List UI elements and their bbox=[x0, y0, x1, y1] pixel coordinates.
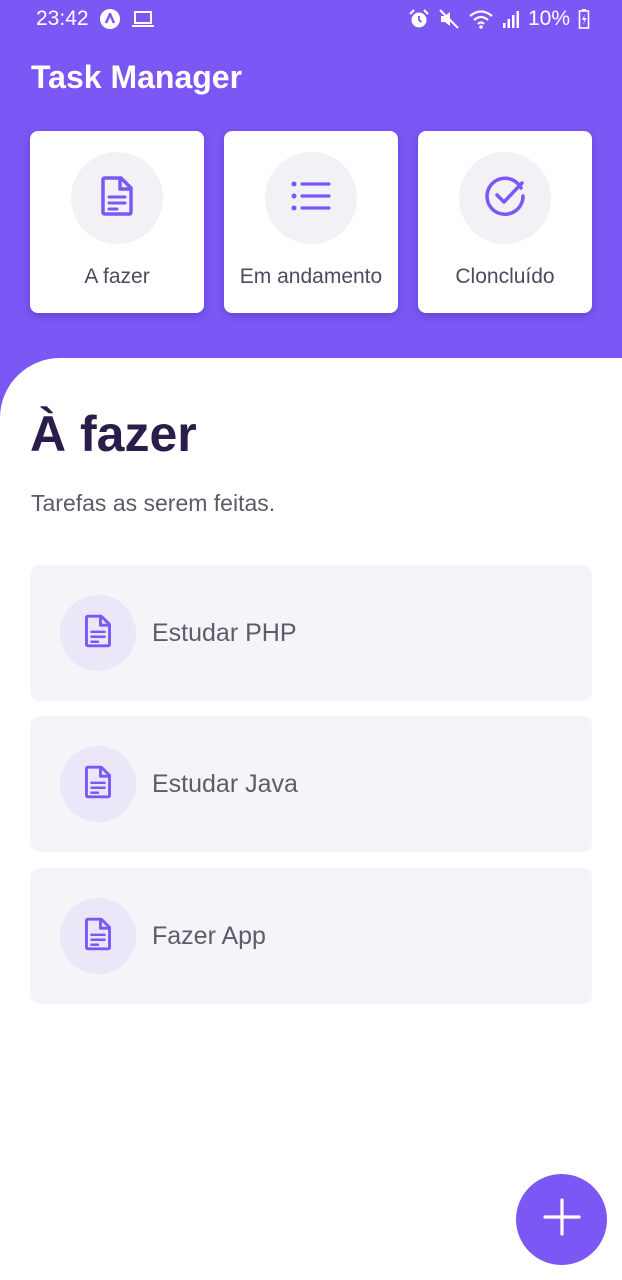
add-task-button[interactable] bbox=[516, 1174, 607, 1265]
task-label: Estudar Java bbox=[152, 770, 298, 798]
category-card-concluido[interactable]: Cloncluído bbox=[418, 131, 592, 313]
alarm-icon bbox=[408, 8, 430, 30]
battery-icon bbox=[578, 8, 590, 30]
document-icon bbox=[100, 175, 134, 221]
status-right: 10% bbox=[408, 7, 590, 31]
task-label: Estudar PHP bbox=[152, 619, 297, 647]
status-time: 23:42 bbox=[36, 7, 89, 30]
category-card-em-andamento[interactable]: Em andamento bbox=[224, 131, 398, 313]
status-bar: 23:42 10% bbox=[0, 0, 622, 38]
section-subtitle: Tarefas as serem feitas. bbox=[31, 490, 276, 516]
list-icon bbox=[291, 180, 331, 217]
category-label: A fazer bbox=[84, 265, 150, 288]
content-panel: À fazer Tarefas as serem feitas. Estudar… bbox=[0, 358, 622, 1280]
document-icon bbox=[84, 917, 112, 956]
app-title: Task Manager bbox=[31, 59, 243, 95]
category-icon-circle bbox=[265, 152, 357, 244]
category-card-a-fazer[interactable]: A fazer bbox=[30, 131, 204, 313]
battery-percent: 10% bbox=[527, 7, 570, 30]
signal-icon bbox=[502, 9, 520, 29]
task-icon-circle bbox=[60, 595, 136, 671]
status-left: 23:42 bbox=[36, 7, 155, 31]
document-icon bbox=[84, 765, 112, 804]
category-label: Em andamento bbox=[239, 265, 383, 288]
document-icon bbox=[84, 614, 112, 653]
check-circle-icon bbox=[483, 174, 527, 223]
task-label: Fazer App bbox=[152, 922, 266, 950]
task-item[interactable]: Estudar Java bbox=[30, 716, 592, 852]
category-icon-circle bbox=[71, 152, 163, 244]
mute-icon bbox=[438, 8, 460, 30]
task-icon-circle bbox=[60, 746, 136, 822]
task-icon-circle bbox=[60, 898, 136, 974]
notification-app-icon bbox=[99, 8, 121, 30]
laptop-icon bbox=[131, 9, 155, 29]
category-icon-circle bbox=[459, 152, 551, 244]
section-title: À fazer bbox=[30, 406, 197, 462]
plus-icon bbox=[542, 1197, 582, 1242]
task-item[interactable]: Estudar PHP bbox=[30, 565, 592, 701]
category-label: Cloncluído bbox=[455, 265, 555, 288]
wifi-icon bbox=[468, 8, 494, 30]
task-item[interactable]: Fazer App bbox=[30, 868, 592, 1004]
